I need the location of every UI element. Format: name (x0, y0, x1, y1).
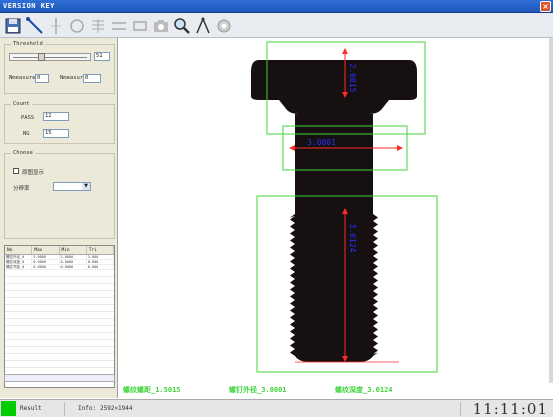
arrow-icon (289, 145, 295, 151)
nmeasure-label: Nmeasure (9, 75, 36, 81)
pitch-measurement: 螺纹螺距_1.5015 (123, 386, 181, 394)
chevron-down-icon[interactable]: ▼ (82, 183, 90, 190)
table-scrollbar[interactable] (4, 374, 115, 382)
original-image-label: 原图显示 (22, 170, 45, 176)
table-cell: 0.000 (87, 265, 114, 269)
bolt-head (251, 60, 417, 100)
results-table: No Max Min Tri 螺纹外径_0 3.0000 2.0000 3.00… (4, 245, 115, 388)
threshold-label: Threshold (11, 41, 45, 47)
empty-row (5, 354, 114, 361)
arrow-icon (342, 48, 348, 54)
toolbar (0, 13, 553, 38)
info-value: 2592×1944 (100, 405, 133, 412)
line-tool-icon[interactable] (25, 16, 45, 36)
threshold-value-field[interactable]: 51 (94, 52, 110, 61)
choose-group: Choose 原图显示 分辨率 ▼ (4, 150, 115, 239)
horizontal-lines-icon[interactable] (109, 16, 129, 36)
bolt-shank (295, 114, 373, 214)
threshold-group: Threshold 51 Nmeasure 0 Nmeasure 0 (4, 41, 115, 94)
column-header[interactable]: Tri (87, 246, 114, 254)
vertical-scrollbar[interactable] (549, 38, 553, 383)
settings-icon[interactable] (214, 16, 234, 36)
count-label: Count (11, 101, 32, 107)
bolt-flange (279, 100, 389, 114)
compass-icon[interactable] (193, 16, 213, 36)
empty-row (5, 333, 114, 340)
table-cell: 0.0000 (60, 265, 87, 269)
result-label: Result (20, 405, 42, 412)
table-cell: 螺纹外径_0 (5, 255, 33, 259)
thread-depth-measurement: 螺纹深度_3.0124 (335, 386, 393, 394)
thread-measure-label: 3.0124 (348, 224, 357, 253)
ng-field[interactable]: 15 (43, 129, 69, 138)
table-cell: 螺纹深度_0 (5, 260, 33, 264)
result-status-indicator (1, 401, 16, 416)
empty-row (5, 298, 114, 305)
window-title: VERSION KEY (3, 2, 55, 10)
image-canvas[interactable]: 2.0015 3.0001 3.0124 (119, 38, 549, 383)
column-header[interactable]: Min (60, 246, 87, 254)
column-header[interactable]: Max (32, 246, 60, 254)
pass-label: PASS (21, 115, 35, 121)
table-header: No Max Min Tri (5, 246, 114, 255)
original-image-checkbox[interactable] (13, 168, 19, 174)
measurement-strip: 螺纹螺距_1.5015 螺钉外径_3.0001 螺纹深度_3.0124 (119, 383, 553, 399)
choose-label: Choose (11, 150, 35, 156)
vertical-line-icon[interactable] (46, 16, 66, 36)
table-cell: 螺纹节距_0 (5, 265, 33, 269)
table-cell: 0.0000 (32, 260, 60, 264)
table-cell: 3.0000 (32, 255, 60, 259)
camera-icon[interactable] (151, 16, 171, 36)
divider (460, 402, 461, 416)
resolution-dropdown[interactable]: ▼ (53, 182, 91, 191)
empty-row (5, 277, 114, 284)
info-label: Info: (78, 405, 97, 412)
rectangle-icon[interactable] (130, 16, 150, 36)
empty-row (5, 291, 114, 298)
empty-row (5, 340, 114, 347)
nmeasure-field[interactable]: 0 (35, 74, 49, 83)
zoom-icon[interactable] (172, 16, 192, 36)
table-cell: 0.0000 (32, 265, 60, 269)
empty-row (5, 284, 114, 291)
table-cell: 3.000 (87, 255, 114, 259)
clock: 11:11:01 (472, 400, 548, 417)
table-cell: 0.0000 (60, 260, 87, 264)
slider-track (13, 57, 87, 58)
shank-measure-label: 3.0001 (307, 138, 336, 147)
threshold-slider[interactable] (9, 53, 91, 61)
count-group: Count PASS 12 NG 15 (4, 101, 115, 144)
circle-icon[interactable] (67, 16, 87, 36)
empty-row (5, 347, 114, 354)
bolt-image: 2.0015 3.0001 3.0124 (251, 41, 438, 373)
empty-row (5, 361, 114, 368)
empty-row (5, 319, 114, 326)
resolution-label: 分辨率 (13, 186, 30, 192)
divider (64, 402, 65, 416)
left-panel: Threshold 51 Nmeasure 0 Nmeasure 0 Count… (0, 38, 118, 398)
empty-row (5, 312, 114, 319)
save-icon[interactable] (3, 16, 23, 36)
head-measure-label: 2.0015 (348, 64, 357, 93)
outer-diameter-measurement: 螺钉外径_3.0001 (229, 386, 287, 394)
arrow-icon (397, 145, 403, 151)
column-header[interactable]: No (5, 246, 33, 254)
table-cell: 0.000 (87, 260, 114, 264)
empty-row (5, 270, 114, 277)
table-cell: 2.0000 (60, 255, 87, 259)
grid-icon[interactable] (88, 16, 108, 36)
empty-row (5, 326, 114, 333)
ng-label: NG (23, 131, 30, 137)
slider-thumb[interactable] (38, 53, 45, 61)
pass-field[interactable]: 12 (43, 112, 69, 121)
close-button[interactable]: × (540, 1, 551, 12)
empty-row (5, 305, 114, 312)
title-bar: VERSION KEY × (0, 0, 553, 13)
status-bar: Result Info: 2592×1944 11:11:01 (0, 399, 553, 417)
bolt-thread (290, 214, 378, 362)
nmeasure2-field[interactable]: 0 (83, 74, 101, 83)
